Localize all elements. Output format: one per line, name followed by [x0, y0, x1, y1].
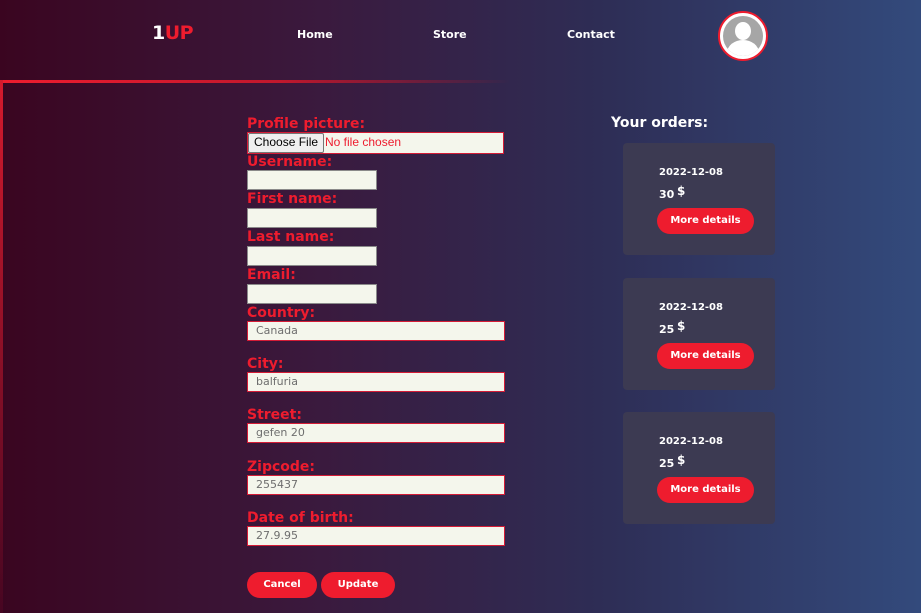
email-input[interactable] — [247, 284, 377, 304]
order-card: 2022-12-08 25 $ More details — [623, 412, 775, 524]
cancel-button[interactable]: Cancel — [247, 572, 317, 598]
last-name-label: Last name: — [247, 229, 335, 245]
order-date: 2022-12-08 — [659, 167, 723, 178]
first-name-label: First name: — [247, 191, 338, 207]
side-divider — [0, 80, 3, 613]
country-label: Country: — [247, 305, 316, 321]
dollar-icon: $ — [677, 184, 686, 198]
order-date: 2022-12-08 — [659, 302, 723, 313]
no-file-text: No file chosen — [325, 135, 402, 149]
date-of-birth-label: Date of birth: — [247, 510, 354, 526]
logo-one: 1 — [152, 22, 165, 44]
avatar-head — [735, 22, 751, 40]
order-card: 2022-12-08 25 $ More details — [623, 278, 775, 390]
order-amount: 30 — [659, 188, 675, 201]
dollar-icon: $ — [677, 319, 686, 333]
order-date: 2022-12-08 — [659, 436, 723, 447]
first-name-input[interactable] — [247, 208, 377, 228]
order-card: 2022-12-08 30 $ More details — [623, 143, 775, 255]
more-details-button[interactable]: More details — [657, 343, 754, 369]
username-label: Username: — [247, 154, 333, 170]
street-label: Street: — [247, 407, 302, 423]
avatar-body — [727, 40, 759, 56]
top-header: 1UP Home Store Contact — [0, 0, 921, 80]
logo-up: UP — [164, 22, 194, 44]
nav-home[interactable]: Home — [297, 28, 333, 41]
nav-store[interactable]: Store — [433, 28, 467, 41]
orders-title: Your orders: — [611, 115, 709, 131]
country-input[interactable]: Canada — [247, 321, 505, 341]
city-label: City: — [247, 356, 284, 372]
user-avatar-icon[interactable] — [718, 11, 768, 61]
logo[interactable]: 1UP — [152, 22, 194, 44]
profile-picture-label: Profile picture: — [247, 116, 366, 132]
zipcode-input[interactable]: 255437 — [247, 475, 505, 495]
order-amount: 25 — [659, 457, 675, 470]
header-divider — [0, 80, 510, 83]
dollar-icon: $ — [677, 453, 686, 467]
date-of-birth-input[interactable]: 27.9.95 — [247, 526, 505, 546]
order-amount: 25 — [659, 323, 675, 336]
last-name-input[interactable] — [247, 246, 377, 266]
email-label: Email: — [247, 267, 296, 283]
username-input[interactable] — [247, 170, 377, 190]
city-input[interactable]: balfuria — [247, 372, 505, 392]
choose-file-button[interactable]: Choose File — [248, 133, 325, 153]
street-input[interactable]: gefen 20 — [247, 423, 505, 443]
avatar-silhouette — [723, 16, 763, 56]
nav-contact[interactable]: Contact — [567, 28, 615, 41]
profile-picture-input[interactable]: Choose File No file chosen — [247, 132, 504, 154]
zipcode-label: Zipcode: — [247, 459, 316, 475]
more-details-button[interactable]: More details — [657, 208, 754, 234]
more-details-button[interactable]: More details — [657, 477, 754, 503]
update-button[interactable]: Update — [321, 572, 395, 598]
